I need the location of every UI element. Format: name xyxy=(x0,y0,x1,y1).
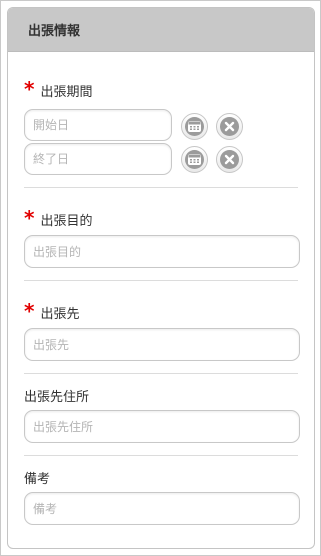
destination-label-text: 出張先 xyxy=(40,307,80,322)
card-header: 出張情報 xyxy=(8,8,314,52)
required-mark: * xyxy=(24,298,35,323)
page-title: 出張情報 xyxy=(28,24,81,39)
divider xyxy=(24,373,298,374)
divider xyxy=(24,187,298,188)
divider xyxy=(24,455,298,456)
period-label-text: 出張期間 xyxy=(40,85,93,100)
required-mark: * xyxy=(24,76,35,101)
purpose-input[interactable] xyxy=(24,235,300,268)
address-label: 出張先住所 xyxy=(24,386,89,405)
start-date-clear-button[interactable] xyxy=(216,113,243,140)
clear-icon xyxy=(220,150,239,169)
purpose-label-text: 出張目的 xyxy=(40,214,93,229)
address-label-text: 出張先住所 xyxy=(24,390,90,405)
start-date-calendar-button[interactable] xyxy=(181,113,208,140)
business-trip-form: 出張情報 * 出張期間 開始日 終了日 * 出張目的 出張目的 * 出張先 出張… xyxy=(7,7,315,549)
calendar-icon xyxy=(185,150,204,169)
destination-label: * 出張先 xyxy=(24,298,80,323)
end-date-calendar-button[interactable] xyxy=(181,146,208,173)
address-input[interactable] xyxy=(24,410,300,443)
purpose-label: * 出張目的 xyxy=(24,205,93,230)
calendar-icon xyxy=(185,117,204,136)
end-date-input[interactable] xyxy=(24,143,172,175)
divider xyxy=(24,280,298,281)
required-mark: * xyxy=(24,205,35,230)
destination-input[interactable] xyxy=(24,328,300,361)
period-label: * 出張期間 xyxy=(24,76,93,101)
clear-icon xyxy=(220,117,239,136)
end-date-clear-button[interactable] xyxy=(216,146,243,173)
start-date-input[interactable] xyxy=(24,109,172,141)
notes-label-text: 備考 xyxy=(24,472,51,487)
notes-input[interactable] xyxy=(24,492,300,525)
notes-label: 備考 xyxy=(24,468,50,487)
